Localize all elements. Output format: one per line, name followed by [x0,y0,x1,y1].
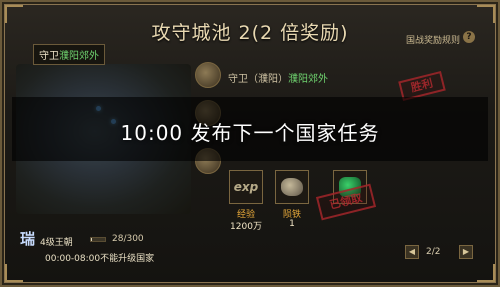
reward-value: 1200万 [230,222,262,232]
task-row-icon [195,62,221,88]
prev-page-button[interactable]: ◀ [405,245,419,259]
rank-progress-bar [90,237,106,242]
notice-banner-text: 10:00 发布下一个国家任务 [120,121,380,145]
iron-ore-icon [281,178,303,196]
reward-rules-link[interactable]: 国战奖励规则 [406,33,460,46]
reward-value: 1 [289,219,295,229]
country-rank: 4级王朝 [40,238,73,248]
task-row-1-prefix: 守卫（濮阳） [228,74,288,85]
frame-corner [5,264,23,282]
map-city: 濮阳郊外 [59,51,99,62]
task-row-1[interactable]: 守卫（濮阳）濮阳郊外 [228,70,328,85]
reward-slot-iron[interactable] [275,170,309,204]
exp-icon: exp [233,180,259,194]
country-emblem-icon: 瑞 [20,230,36,248]
task-row-1-city: 濮阳郊外 [288,74,328,85]
rank-progress-fill [91,238,93,241]
next-page-button[interactable]: ▶ [459,245,473,259]
upgrade-notice: 00:00-08:00不能升级国家 [45,254,155,264]
map-location-label: 守卫濮阳郊外 [33,44,105,65]
reward-slot-exp[interactable]: exp [229,170,263,204]
map-role: 守卫 [39,51,59,62]
rank-progress-text: 28/300 [112,234,144,244]
frame-corner [477,264,495,282]
help-icon[interactable]: ? [463,31,475,43]
page-indicator: 2/2 [426,247,441,257]
